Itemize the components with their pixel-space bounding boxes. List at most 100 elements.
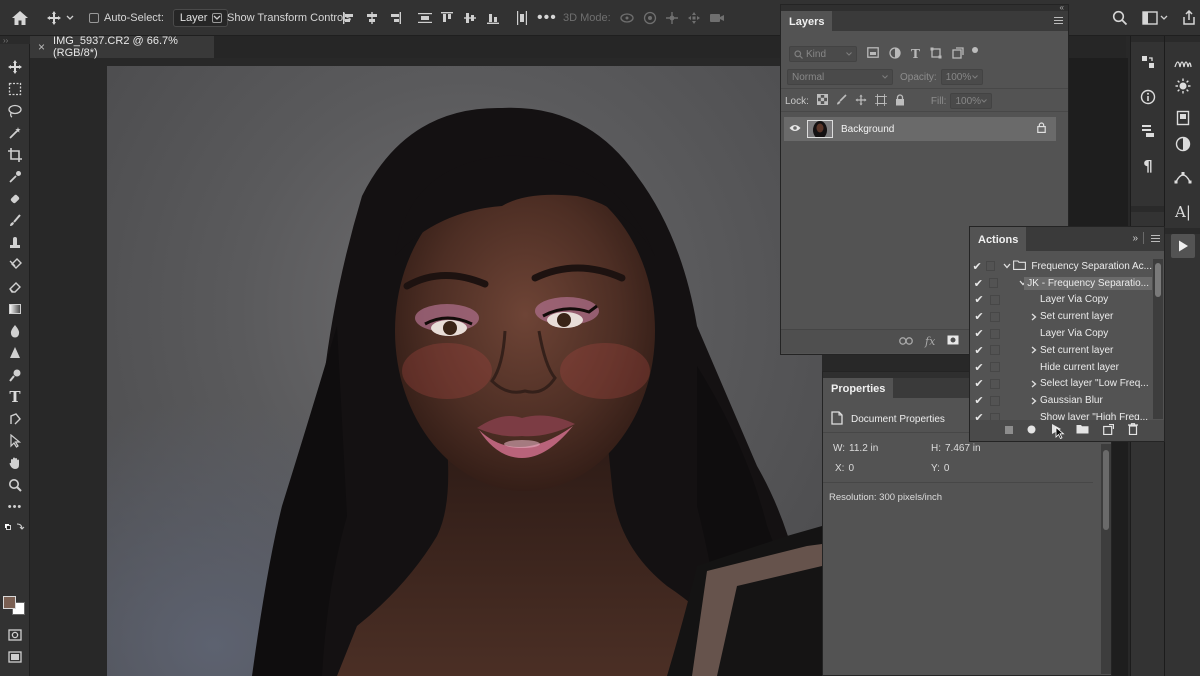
lock-artboard-icon[interactable] (874, 93, 887, 109)
add-mask-icon[interactable] (947, 335, 959, 348)
action-row[interactable]: ✔ Layer Via Copy (970, 292, 1152, 309)
align-vcenter-icon[interactable] (463, 11, 477, 25)
adjustments-sun-icon[interactable] (1171, 74, 1195, 98)
history-brush-tool-icon[interactable] (5, 256, 25, 274)
align-bottom-icon[interactable] (486, 11, 500, 25)
visibility-eye-icon[interactable] (789, 123, 801, 135)
libraries-icon[interactable] (1171, 106, 1195, 130)
properties-scrollbar[interactable] (1101, 444, 1111, 674)
action-row[interactable]: ✔ JK - Frequency Separatio... (970, 275, 1152, 292)
action-toggle-check-icon[interactable]: ✔ (970, 277, 987, 290)
dialog-toggle-box[interactable] (988, 278, 999, 289)
actions-tab[interactable]: Actions (970, 227, 1027, 253)
show-transform-checkbox[interactable] (212, 13, 222, 23)
y-value[interactable]: 0 (944, 463, 950, 474)
panel-menu-icon[interactable] (1054, 17, 1063, 24)
more-tools-icon[interactable]: ••• (5, 498, 25, 516)
dialog-toggle-box[interactable] (990, 311, 1000, 322)
align-hcenter-icon[interactable] (365, 11, 379, 25)
path-selection-tool-icon[interactable] (5, 432, 25, 450)
path-tool-icon[interactable] (5, 410, 25, 428)
3d-orbit-icon[interactable] (619, 11, 635, 25)
action-toggle-check-icon[interactable]: ✔ (970, 344, 988, 357)
clone-stamp-tool-icon[interactable] (5, 234, 25, 252)
link-layers-icon[interactable] (899, 336, 913, 348)
layer-row-background[interactable]: Background (784, 117, 1056, 141)
chevron-right-icon[interactable] (1028, 380, 1040, 388)
history-panel-icon[interactable] (1136, 50, 1160, 74)
filter-shape-icon[interactable] (930, 47, 942, 62)
filter-pixel-icon[interactable] (867, 47, 879, 61)
chevron-down-icon[interactable] (1002, 263, 1012, 269)
brush-tool-icon[interactable] (5, 212, 25, 230)
screen-mode-icon[interactable] (5, 648, 25, 666)
search-icon[interactable] (1112, 10, 1128, 26)
dialog-toggle-box[interactable] (990, 328, 1000, 339)
info-panel-icon[interactable] (1136, 85, 1160, 109)
move-tool-icon[interactable] (46, 10, 62, 26)
lock-position-icon[interactable] (855, 94, 867, 109)
filter-toggle-icon[interactable] (971, 47, 978, 53)
dialog-toggle-box[interactable] (990, 362, 1000, 373)
healing-brush-tool-icon[interactable] (5, 190, 25, 208)
action-row[interactable]: ✔ Set current layer (970, 342, 1152, 359)
paragraph-panel-icon[interactable]: ¶ (1136, 154, 1160, 178)
dialog-toggle-box[interactable] (990, 345, 1000, 356)
action-toggle-check-icon[interactable]: ✔ (970, 411, 988, 420)
action-row[interactable]: ✔ Select layer "Low Freq... (970, 376, 1152, 393)
lock-all-icon[interactable] (895, 93, 905, 109)
play-selection-icon[interactable] (1050, 423, 1065, 439)
paths-panel-icon[interactable] (1171, 166, 1195, 190)
chevron-right-icon[interactable] (1028, 346, 1040, 354)
dialog-toggle-box[interactable] (990, 395, 1000, 406)
layer-name[interactable]: Background (841, 124, 894, 135)
align-right-icon[interactable] (388, 11, 402, 25)
panel-menu-icon[interactable] (1151, 235, 1160, 242)
action-toggle-check-icon[interactable]: ✔ (970, 377, 988, 390)
layer-comps-icon[interactable] (1136, 119, 1160, 143)
crop-tool-icon[interactable] (5, 146, 25, 164)
chevron-right-icon[interactable] (1028, 397, 1040, 405)
align-top-icon[interactable] (440, 11, 454, 25)
dodge-tool-icon[interactable] (5, 344, 25, 362)
home-icon[interactable] (11, 10, 29, 26)
height-value[interactable]: 7.467 in (945, 443, 981, 454)
filter-kind-dropdown[interactable]: Kind (789, 46, 857, 62)
brush-settings-icon[interactable] (1171, 50, 1195, 74)
close-tab-icon[interactable]: × (38, 40, 45, 54)
action-row[interactable]: ✔ Show layer "High Freq... (970, 409, 1152, 420)
action-row[interactable]: ✔ Frequency Separation Ac... (970, 258, 1152, 275)
x-value[interactable]: 0 (848, 463, 854, 474)
actions-scrollbar[interactable] (1153, 259, 1163, 419)
action-toggle-check-icon[interactable]: ✔ (970, 260, 984, 273)
3d-pan-icon[interactable] (665, 11, 679, 25)
dialog-toggle-box[interactable] (990, 378, 1000, 389)
foreground-color-swatch[interactable] (3, 596, 16, 609)
move-tool-icon[interactable] (5, 58, 25, 76)
stop-recording-icon[interactable] (1005, 425, 1013, 437)
3d-camera-icon[interactable] (709, 12, 725, 24)
marquee-tool-icon[interactable] (5, 80, 25, 98)
eraser-tool-icon[interactable] (5, 278, 25, 296)
lasso-tool-icon[interactable] (5, 102, 25, 120)
action-row[interactable]: ✔ Layer Via Copy (970, 325, 1152, 342)
quick-mask-icon[interactable] (5, 626, 25, 644)
distribute-icon[interactable] (417, 11, 433, 25)
action-row[interactable]: ✔ Set current layer (970, 308, 1152, 325)
pen-tool-icon[interactable] (5, 366, 25, 384)
record-icon[interactable] (1027, 425, 1036, 437)
auto-select-checkbox[interactable] (89, 13, 99, 23)
dialog-toggle-box[interactable] (986, 261, 995, 272)
type-tool-icon[interactable]: T (5, 388, 25, 406)
eyedropper-tool-icon[interactable] (5, 168, 25, 186)
toolbar-collapse-icon[interactable]: ›› (0, 36, 30, 45)
document-canvas[interactable] (107, 66, 822, 676)
opacity-input[interactable]: 100% (940, 69, 983, 85)
action-row[interactable]: ✔ Hide current layer (970, 359, 1152, 376)
align-left-icon[interactable] (342, 11, 356, 25)
filter-smart-object-icon[interactable] (952, 46, 964, 62)
workspace-icon[interactable] (1142, 11, 1168, 25)
action-toggle-check-icon[interactable]: ✔ (970, 327, 988, 340)
hand-tool-icon[interactable] (5, 454, 25, 472)
new-action-icon[interactable] (1103, 423, 1115, 438)
